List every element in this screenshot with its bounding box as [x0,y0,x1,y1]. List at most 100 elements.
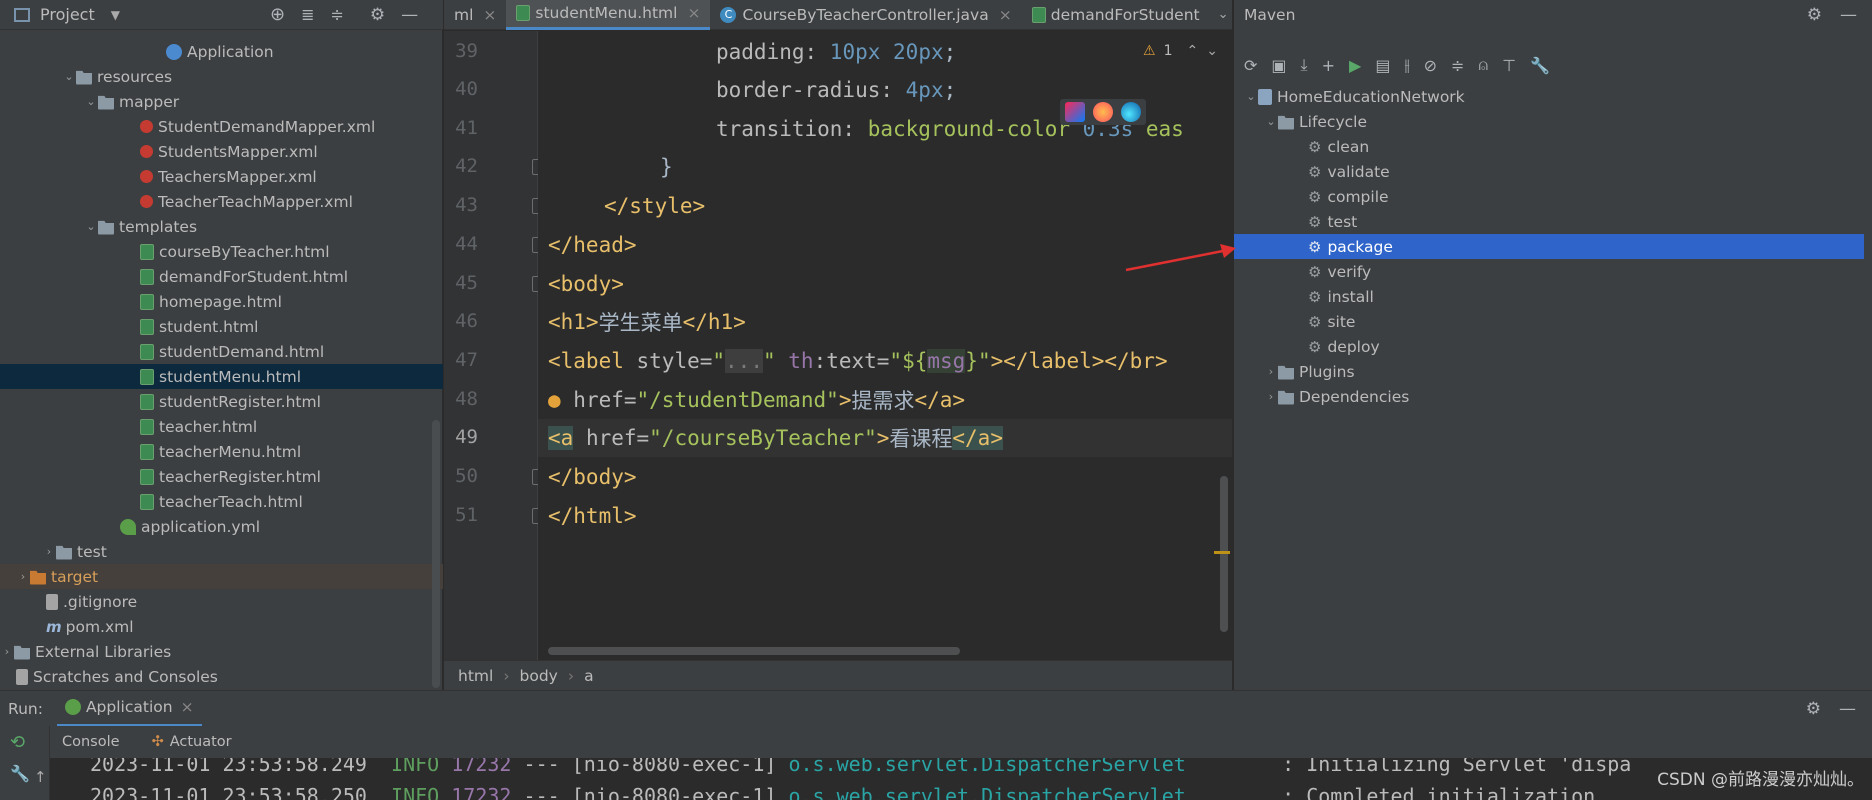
close-icon[interactable]: × [687,4,700,22]
maven-lifecycle[interactable]: ⌄ Lifecycle [1234,109,1864,134]
reload-icon[interactable]: ⟳ [1244,56,1257,75]
tree-item-teacherteachmapper-xml[interactable]: TeacherTeachMapper.xml [0,189,443,214]
tab-demand-for-student[interactable]: demandForStudent [1022,0,1210,30]
chevron-down-icon[interactable]: ⌄ [1206,43,1218,59]
chevron-down-icon[interactable]: ▼ [111,8,120,22]
maven-phase-compile[interactable]: ⚙ compile [1234,184,1864,209]
minimize-icon[interactable]: — [401,5,418,25]
tree-item-student-html[interactable]: student.html [0,314,443,339]
tree-item-studentregister-html[interactable]: studentRegister.html [0,389,443,414]
inspection-widget[interactable]: ⚠ 1 ⌃ ⌄ [1143,43,1218,59]
arrow-up-icon[interactable]: ↑ [34,768,47,786]
tree-item-external-libraries[interactable]: › External Libraries [0,639,443,664]
tree-item-scratches-and-consoles[interactable]: Scratches and Consoles [0,664,443,689]
tree-item-target[interactable]: › target [0,564,443,589]
minimize-icon[interactable]: — [1839,699,1856,719]
breadcrumb-item-a[interactable]: a [584,667,594,685]
chevron-right-icon[interactable]: › [1264,390,1278,403]
bulb-icon[interactable]: ● [548,388,561,412]
collapse-all-icon[interactable]: ≑ [330,5,343,24]
maven-root[interactable]: ⌄ HomeEducationNetwork [1234,84,1864,109]
chevron-down-icon[interactable]: ⌄ [1218,7,1229,22]
run-icon[interactable]: ▶ [1349,56,1361,75]
execute-goal-icon[interactable]: ▤ [1375,56,1390,75]
project-scrollbar[interactable] [432,420,440,688]
close-icon[interactable]: × [483,6,496,24]
chevron-down-icon[interactable]: ⌄ [1244,90,1258,103]
tree-item-studentdemandmapper-xml[interactable]: StudentDemandMapper.xml [0,114,443,139]
tree-item-resources[interactable]: ⌄ resources [0,64,443,89]
download-icon[interactable]: ⤓ [1301,55,1308,75]
code-editor[interactable]: padding: 10px 20px; border-radius: 4px; … [538,31,1232,660]
maven-phase-clean[interactable]: ⚙ clean [1234,134,1864,159]
rerun-icon[interactable]: ⟲ [10,732,25,753]
expand-icon[interactable]: ⊤ [1502,56,1516,75]
chevron-down-icon[interactable]: ⌄ [84,220,98,233]
edge-icon[interactable] [1121,102,1141,122]
breadcrumb-item-body[interactable]: body [520,667,558,685]
chevron-up-icon[interactable]: ⌃ [1186,43,1198,59]
gear-icon[interactable]: ⚙ [1807,5,1822,25]
tab-actuator[interactable]: Actuator [170,734,232,750]
tree-item-application[interactable]: Application [0,39,443,64]
tree-item-teachermenu-html[interactable]: teacherMenu.html [0,439,443,464]
minimize-icon[interactable]: — [1840,5,1857,25]
tree-item-teacher-html[interactable]: teacher.html [0,414,443,439]
warning-marker[interactable] [1214,551,1230,554]
tab-course-by-teacher-controller[interactable]: C CourseByTeacherController.java × [710,0,1021,30]
tree-item-test[interactable]: › test [0,539,443,564]
add-icon[interactable]: + [1322,56,1335,75]
firefox-icon[interactable] [1093,102,1113,122]
gear-icon[interactable]: ⚙ [1806,699,1821,719]
maven-phase-verify[interactable]: ⚙ verify [1234,259,1864,284]
run-tab-application[interactable]: Application × [56,691,202,727]
wrench-icon[interactable]: 🔧 [1530,56,1550,75]
close-icon[interactable]: × [999,6,1012,24]
skip-tests-icon[interactable]: ⊘ [1424,56,1437,75]
tree-item-homepage-html[interactable]: homepage.html [0,289,443,314]
collapse-icon[interactable]: ≑ [1451,56,1464,75]
show-dependencies-icon[interactable]: ⍝ [1478,55,1488,75]
close-icon[interactable]: × [181,698,194,716]
chevron-right-icon[interactable]: › [16,570,30,583]
chevron-down-icon[interactable]: ⌄ [1264,115,1278,128]
intellij-icon[interactable] [1065,102,1085,122]
tree-item-studentdemand-html[interactable]: studentDemand.html [0,339,443,364]
editor-horizontal-scrollbar[interactable] [548,647,960,655]
maven-phase-site[interactable]: ⚙ site [1234,309,1864,334]
maven-phase-validate[interactable]: ⚙ validate [1234,159,1864,184]
tree-item-coursebyteacher-html[interactable]: courseByTeacher.html [0,239,443,264]
chevron-down-icon[interactable]: ⌄ [62,70,76,83]
maven-phase-test[interactable]: ⚙ test [1234,209,1864,234]
chevron-down-icon[interactable]: ⌄ [84,95,98,108]
console-output[interactable]: 2023-11-01 23:53:58.249 INFO 17232 --- [… [50,758,1872,800]
generate-sources-icon[interactable]: ▣ [1271,56,1286,75]
tree-item-templates[interactable]: ⌄ templates [0,214,443,239]
tab-student-menu[interactable]: studentMenu.html × [506,0,711,30]
gear-icon[interactable]: ⚙ [370,5,385,25]
tree-item-teachersmapper-xml[interactable]: TeachersMapper.xml [0,164,443,189]
chevron-right-icon[interactable]: › [0,645,14,658]
tree-item-studentmenu-html[interactable]: studentMenu.html [0,364,443,389]
tree-item-teacherteach-html[interactable]: teacherTeach.html [0,489,443,514]
tree-item-mapper[interactable]: ⌄ mapper [0,89,443,114]
tree-item-gitignore[interactable]: .gitignore [0,589,443,614]
wrench-icon[interactable]: 🔧 [10,764,30,783]
maven-dependencies[interactable]: › Dependencies [1234,384,1864,409]
locate-icon[interactable]: ⊕ [270,4,285,25]
project-view-icon[interactable] [14,7,30,22]
tree-item-teacherregister-html[interactable]: teacherRegister.html [0,464,443,489]
maven-phase-install[interactable]: ⚙ install [1234,284,1864,309]
tree-item-demandforstudent-html[interactable]: demandForStudent.html [0,264,443,289]
chevron-right-icon[interactable]: › [42,545,56,558]
maven-plugins[interactable]: › Plugins [1234,359,1864,384]
breadcrumb-item-html[interactable]: html [458,667,493,685]
tree-item-pom-xml[interactable]: m pom.xml [0,614,443,639]
chevron-right-icon[interactable]: › [1264,365,1278,378]
tree-item-studentsmapper-xml[interactable]: StudentsMapper.xml [0,139,443,164]
tab-console[interactable]: Console [52,734,130,750]
tree-item-application-yml[interactable]: application.yml [0,514,443,539]
project-panel-title[interactable]: Project [40,5,95,24]
maven-phase-package[interactable]: ⚙ package [1234,234,1864,259]
maven-phase-deploy[interactable]: ⚙ deploy [1234,334,1864,359]
